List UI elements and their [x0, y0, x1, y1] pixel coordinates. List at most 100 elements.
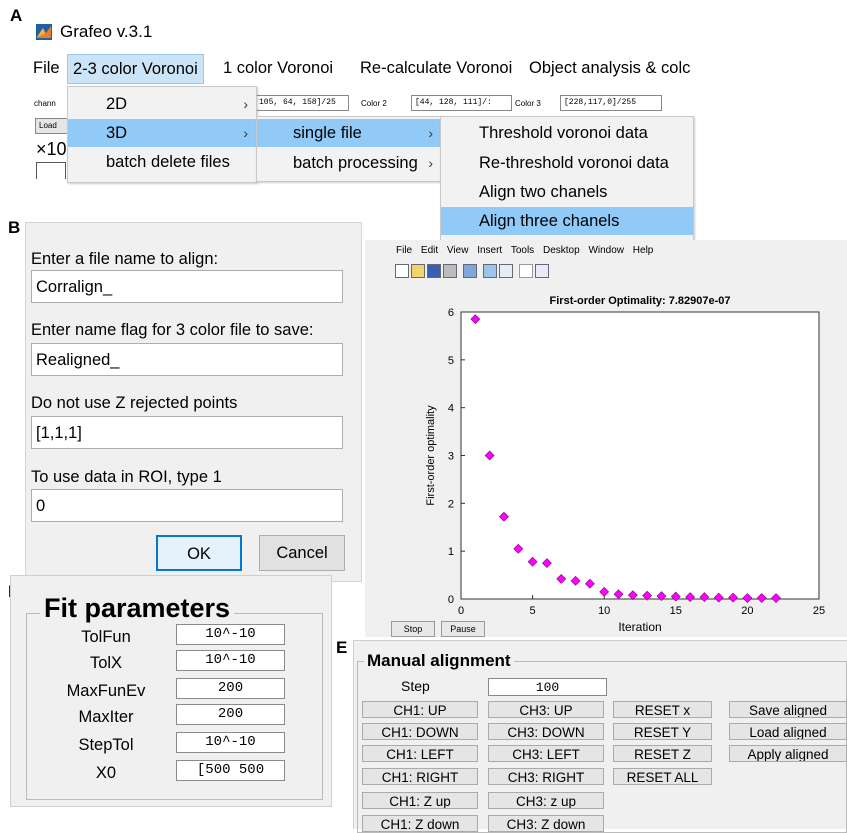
ch3-up-button[interactable]: CH3: UP: [488, 701, 604, 718]
menu-item-single-file[interactable]: single file ›: [257, 119, 441, 147]
ch3-z-up-button[interactable]: CH3: z up: [488, 792, 604, 809]
ch1-z-up-button[interactable]: CH1: Z up: [362, 792, 478, 809]
y-tick-label: 1: [448, 546, 454, 558]
x0-input[interactable]: [500 500: [176, 760, 285, 781]
y-tick-label: 4: [448, 403, 454, 415]
panel-label-a: A: [10, 6, 23, 25]
menu-item-2d[interactable]: 2D ›: [68, 90, 256, 118]
name-flag-input[interactable]: Realigned_: [31, 343, 343, 376]
apply-aligned-button[interactable]: Apply aligned: [729, 745, 847, 762]
tolfun-label: TolFun: [81, 628, 131, 646]
field-label-z-rejected: Do not use Z rejected points: [31, 394, 238, 412]
x-tick-label: 0: [458, 605, 464, 617]
color1-field[interactable]: 105, 64, 158]/25: [255, 95, 349, 111]
ch1-right-button[interactable]: CH1: RIGHT: [362, 768, 478, 785]
menu-recalculate-voronoi[interactable]: Re-calculate Voronoi: [360, 59, 512, 78]
color3-field[interactable]: [228,117,0]/255: [560, 95, 662, 111]
color3-label: Color 3: [515, 99, 541, 108]
menu-2-3-color-voronoi[interactable]: 2-3 color Voronoi: [67, 54, 204, 84]
chart-title: First-order Optimality: 7.82907e-07: [550, 295, 731, 307]
maxfunev-input[interactable]: 200: [176, 678, 285, 699]
dropdown-menu-2: single file › batch processing ›: [256, 116, 442, 182]
steptol-label: StepTol: [78, 736, 134, 754]
reset-x-button[interactable]: RESET x: [613, 701, 712, 718]
y-tick-label: 0: [448, 594, 454, 606]
stop-button[interactable]: Stop: [391, 621, 435, 637]
optimality-chart: First-order Optimality: 7.82907e-07 0 5 10…: [425, 295, 825, 634]
x-tick-label: 25: [813, 605, 825, 617]
field-label-name-flag: Enter name flag for 3 color file to save…: [31, 321, 314, 339]
save-aligned-button[interactable]: Save aligned: [729, 701, 847, 718]
dropdown-menu-3: Threshold voronoi data Re-threshold voro…: [440, 116, 694, 242]
x-axis-label: Iteration: [618, 620, 661, 634]
tolx-input[interactable]: 10^-10: [176, 650, 285, 671]
y-tick-label: 6: [448, 307, 454, 319]
load-aligned-button[interactable]: Load aligned: [729, 723, 847, 740]
maxiter-label: MaxIter: [78, 708, 134, 726]
manual-alignment-panel: Manual alignment Step 100 CH1: UP CH1: D…: [353, 640, 847, 833]
menubar: File 2-3 color Voronoi 1 color Voronoi R…: [30, 54, 697, 84]
ch1-z-down-button[interactable]: CH1: Z down: [362, 815, 478, 832]
file-name-input[interactable]: Corralign_: [31, 270, 343, 303]
y-tick-label: 5: [448, 355, 454, 367]
menu-item-threshold-voronoi[interactable]: Threshold voronoi data: [441, 119, 693, 147]
reset-all-button[interactable]: RESET ALL: [613, 768, 712, 785]
x0-label: X0: [95, 764, 117, 782]
panel-label-b: B: [8, 218, 21, 237]
step-label: Step: [401, 678, 430, 694]
field-label-file-name: Enter a file name to align:: [31, 250, 219, 268]
menu-file[interactable]: File: [33, 59, 60, 78]
ch3-left-button[interactable]: CH3: LEFT: [488, 745, 604, 762]
x-tick-label: 15: [670, 605, 682, 617]
menu-1-color-voronoi[interactable]: 1 color Voronoi: [223, 59, 333, 78]
ch1-up-button[interactable]: CH1: UP: [362, 701, 478, 718]
y-axis-label: First-order optimality: [425, 405, 437, 506]
menu-item-batch-processing[interactable]: batch processing ›: [257, 149, 441, 177]
optimization-figure-window: File Edit View Insert Tools Desktop Wind…: [365, 240, 847, 637]
menu-item-align-three-channels[interactable]: Align three chanels: [441, 207, 693, 235]
window-title: Grafeo v.3.1: [60, 22, 153, 41]
y-tick-label: 3: [448, 451, 454, 463]
menu-item-batch-delete[interactable]: batch delete files: [68, 148, 256, 176]
axes-fragment: [36, 162, 66, 179]
align-input-dialog: Enter a file name to align: Corralign_ E…: [25, 222, 362, 582]
y-tick-label: 2: [448, 498, 454, 510]
menu-item-3d[interactable]: 3D ›: [68, 119, 256, 147]
menu-object-analysis[interactable]: Object analysis & colc: [529, 59, 690, 78]
step-input[interactable]: 100: [488, 678, 607, 696]
menu-item-align-two-channels[interactable]: Align two chanels: [441, 178, 693, 206]
ch1-down-button[interactable]: CH1: DOWN: [362, 723, 478, 740]
maxfunev-label: MaxFunEv: [66, 682, 146, 700]
tolx-label: TolX: [89, 654, 123, 672]
ok-button[interactable]: OK: [156, 535, 242, 571]
channel-label: chann: [34, 99, 56, 108]
plot-area: [460, 311, 820, 600]
ch3-down-button[interactable]: CH3: DOWN: [488, 723, 604, 740]
color2-label: Color 2: [361, 99, 387, 108]
ch1-left-button[interactable]: CH1: LEFT: [362, 745, 478, 762]
pause-button[interactable]: Pause: [441, 621, 485, 637]
manual-alignment-title: Manual alignment: [364, 651, 514, 671]
z-rejected-input[interactable]: [1,1,1]: [31, 416, 343, 449]
grafeo-window: Grafeo v.3.1 File 2-3 color Voronoi 1 co…: [30, 0, 697, 242]
field-label-roi: To use data in ROI, type 1: [31, 468, 222, 486]
steptol-input[interactable]: 10^-10: [176, 732, 285, 753]
color2-field[interactable]: [44, 128, 111]/:: [411, 95, 512, 111]
x-tick-label: 20: [741, 605, 753, 617]
reset-y-button[interactable]: RESET Y: [613, 723, 712, 740]
exponent-label: ×10: [36, 139, 67, 159]
load-button[interactable]: Load: [35, 118, 69, 134]
reset-z-button[interactable]: RESET Z: [613, 745, 712, 762]
x-tick-label: 5: [530, 605, 536, 617]
panel-label-e: E: [336, 638, 348, 657]
dropdown-menu-1: 2D › 3D › batch delete files: [67, 86, 257, 183]
menu-item-rethreshold-voronoi[interactable]: Re-threshold voronoi data: [441, 149, 693, 177]
maxiter-input[interactable]: 200: [176, 704, 285, 725]
matlab-logo-icon: [36, 24, 52, 40]
roi-input[interactable]: 0: [31, 489, 343, 522]
ch3-right-button[interactable]: CH3: RIGHT: [488, 768, 604, 785]
cancel-button[interactable]: Cancel: [259, 535, 345, 571]
ch3-z-down-button[interactable]: CH3: Z down: [488, 815, 604, 832]
tolfun-input[interactable]: 10^-10: [176, 624, 285, 645]
fit-parameters-title: Fit parameters: [40, 593, 235, 624]
